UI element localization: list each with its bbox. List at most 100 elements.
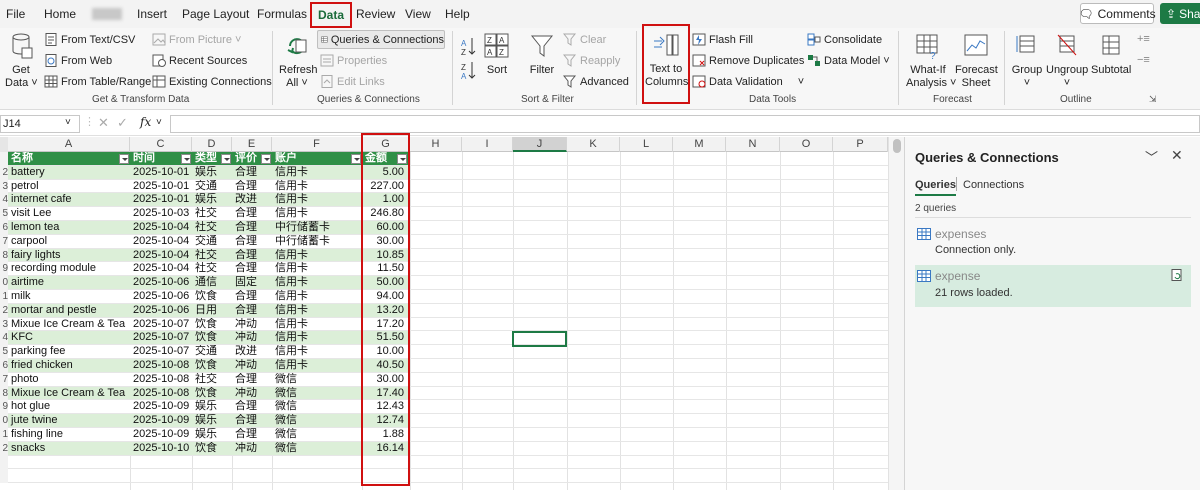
table-cell[interactable]: 合理 — [232, 234, 272, 249]
table-cell[interactable]: 社交 — [192, 248, 232, 263]
table-cell[interactable]: fishing line — [8, 428, 130, 442]
column-header-a[interactable]: A — [8, 137, 130, 152]
table-cell[interactable]: 信用卡 — [272, 179, 362, 194]
table-cell[interactable]: 交通 — [192, 345, 232, 359]
advanced-filter-button[interactable]: Advanced — [563, 75, 629, 88]
row-number[interactable]: 8 — [0, 386, 8, 401]
menu-help[interactable]: Help — [445, 7, 470, 21]
table-cell[interactable]: jute twine — [8, 414, 130, 428]
table-cell[interactable]: 娱乐 — [192, 414, 232, 428]
data-model-button[interactable]: Data Model ˅ — [807, 54, 890, 67]
header-cell[interactable]: 名称 — [8, 152, 130, 166]
table-cell[interactable]: 2025-10-06 — [130, 276, 192, 290]
row-number[interactable]: 5 — [0, 207, 8, 221]
queries-connections-button[interactable]: Queries & Connections — [317, 30, 445, 49]
tab-queries[interactable]: Queries — [915, 179, 956, 196]
table-cell[interactable]: 2025-10-08 — [130, 386, 192, 401]
fx-dropdown-icon[interactable]: ˅ — [156, 117, 162, 128]
column-header-m[interactable]: M — [673, 137, 726, 152]
consolidate-button[interactable]: Consolidate — [807, 33, 882, 46]
table-cell[interactable]: 合理 — [232, 428, 272, 442]
subtotal-button[interactable]: Subtotal — [1091, 32, 1131, 77]
table-cell[interactable]: 合理 — [232, 400, 272, 415]
recent-sources-button[interactable]: Recent Sources — [152, 54, 247, 67]
header-cell[interactable]: 类型 — [192, 152, 232, 166]
filter-dropdown-icon[interactable] — [261, 154, 271, 164]
row-number[interactable]: 3 — [0, 317, 8, 332]
table-cell[interactable]: carpool — [8, 234, 130, 249]
table-cell[interactable]: 合理 — [232, 248, 272, 263]
what-if-analysis-button[interactable]: ? What-If Analysis ˅ — [906, 32, 956, 90]
table-cell[interactable]: mortar and pestle — [8, 303, 130, 318]
query-item-expense[interactable]: expense 21 rows loaded. — [915, 265, 1191, 307]
column-header-n[interactable]: N — [726, 137, 780, 152]
table-cell[interactable]: 固定 — [232, 276, 272, 290]
table-cell[interactable]: 2025-10-04 — [130, 262, 192, 277]
menu-file[interactable]: File — [6, 7, 25, 21]
table-cell[interactable]: 信用卡 — [272, 193, 362, 208]
row-number[interactable]: 7 — [0, 234, 8, 249]
table-cell[interactable]: 合理 — [232, 262, 272, 277]
filter-dropdown-icon[interactable] — [181, 154, 191, 164]
table-cell[interactable]: 中行储蓄卡 — [272, 234, 362, 249]
menu-home[interactable]: Home — [44, 7, 76, 21]
column-header-h[interactable]: H — [410, 137, 462, 152]
worksheet-grid[interactable]: ACDEFGHIJKLMNOP 名称 时间 类型 评价 账户 金额 2 battery 2025… — [0, 137, 889, 490]
dialog-launcher-icon[interactable]: ⇲ — [1149, 94, 1157, 105]
filter-dropdown-icon[interactable] — [351, 154, 361, 164]
table-cell[interactable]: 合理 — [232, 303, 272, 318]
forecast-sheet-button[interactable]: Forecast Sheet — [955, 32, 998, 90]
row-number[interactable] — [0, 152, 8, 166]
ungroup-button[interactable]: Ungroup ˅ — [1046, 32, 1088, 90]
table-cell[interactable]: 冲动 — [232, 441, 272, 456]
query-item-expenses[interactable]: expenses Connection only. — [915, 225, 1191, 263]
table-cell[interactable]: fairy lights — [8, 248, 130, 263]
menu-data[interactable]: Data — [310, 2, 353, 28]
column-header-p[interactable]: P — [833, 137, 888, 152]
table-cell[interactable]: 2025-10-07 — [130, 317, 192, 332]
table-cell[interactable]: 2025-10-01 — [130, 165, 192, 180]
formula-input[interactable] — [170, 115, 1200, 133]
table-cell[interactable]: 合理 — [232, 165, 272, 180]
filter-dropdown-icon[interactable] — [119, 154, 129, 164]
column-header-j[interactable]: J — [513, 137, 567, 152]
row-number[interactable]: 4 — [0, 193, 8, 208]
menu-hidden-tab[interactable] — [92, 8, 122, 20]
table-cell[interactable]: 合理 — [232, 179, 272, 194]
column-header-i[interactable]: I — [462, 137, 513, 152]
flash-fill-button[interactable]: Flash Fill — [692, 33, 753, 46]
column-header-c[interactable]: C — [130, 137, 192, 152]
menu-view[interactable]: View — [405, 7, 431, 21]
from-picture-button[interactable]: From Picture ˅ — [152, 33, 241, 46]
table-cell[interactable]: 信用卡 — [272, 290, 362, 304]
insert-function-icon[interactable]: fx — [140, 115, 151, 129]
menu-review[interactable]: Review — [356, 7, 395, 21]
table-cell[interactable]: 日用 — [192, 303, 232, 318]
header-cell[interactable]: 评价 — [232, 152, 272, 166]
reapply-button[interactable]: Reapply — [563, 54, 620, 67]
table-cell[interactable]: 社交 — [192, 207, 232, 221]
table-cell[interactable]: 2025-10-08 — [130, 359, 192, 373]
row-number[interactable] — [0, 455, 8, 470]
table-cell[interactable]: 社交 — [192, 221, 232, 235]
row-number[interactable]: 0 — [0, 414, 8, 428]
table-cell[interactable]: 2025-10-04 — [130, 248, 192, 263]
row-number[interactable]: 6 — [0, 359, 8, 373]
tab-connections[interactable]: Connections — [963, 179, 1024, 191]
table-cell[interactable]: KFC — [8, 331, 130, 346]
table-cell[interactable]: 微信 — [272, 372, 362, 387]
table-cell[interactable]: snacks — [8, 441, 130, 456]
row-number[interactable]: 8 — [0, 248, 8, 263]
share-button[interactable]: ⇪Shar — [1160, 3, 1200, 24]
column-header-l[interactable]: L — [620, 137, 673, 152]
row-number[interactable]: 9 — [0, 262, 8, 277]
table-cell[interactable]: 饮食 — [192, 290, 232, 304]
filter-button[interactable]: Filter — [528, 32, 556, 77]
table-cell[interactable]: 改进 — [232, 345, 272, 359]
table-cell[interactable]: airtime — [8, 276, 130, 290]
table-cell[interactable]: 2025-10-07 — [130, 331, 192, 346]
table-cell[interactable]: photo — [8, 372, 130, 387]
row-number[interactable]: 7 — [0, 372, 8, 387]
table-cell[interactable]: 饮食 — [192, 441, 232, 456]
refresh-all-button[interactable]: Refresh All ˅ — [279, 32, 318, 90]
